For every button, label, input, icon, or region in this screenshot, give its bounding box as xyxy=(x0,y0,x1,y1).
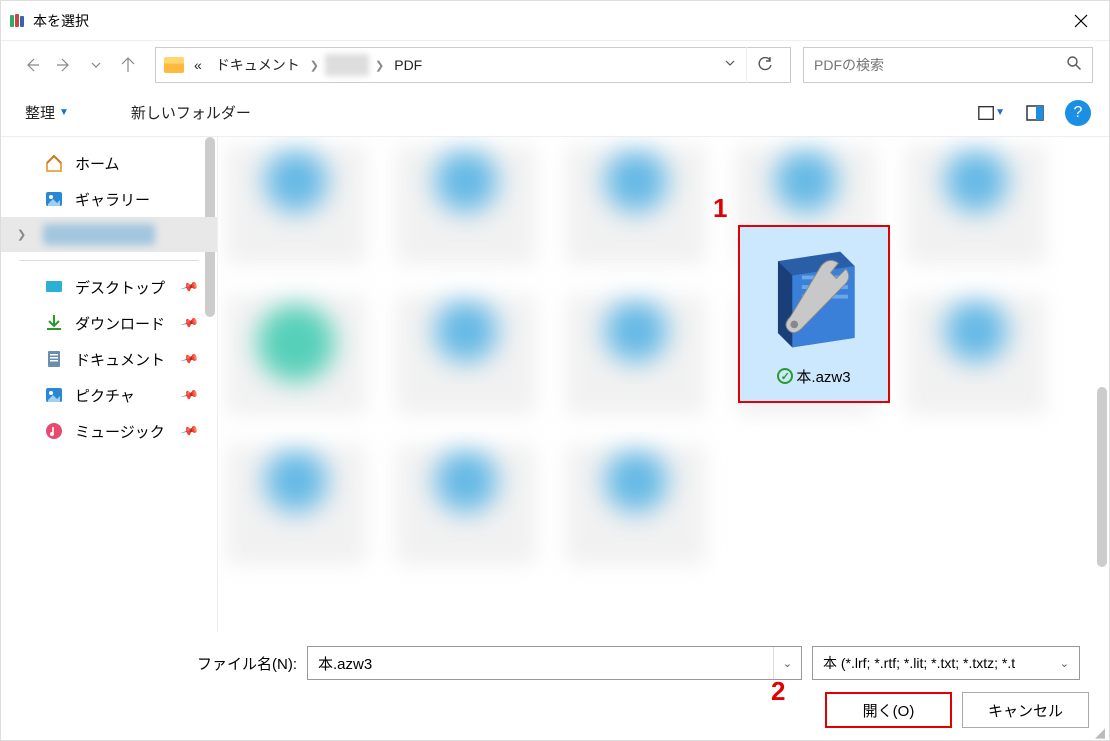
document-icon xyxy=(43,348,65,370)
file-name: 本.azw3 xyxy=(796,366,850,387)
file-area-scrollbar[interactable] xyxy=(1097,387,1107,567)
gallery-icon xyxy=(43,188,65,210)
sidebar-label-pictures: ピクチャ xyxy=(75,385,135,406)
pin-icon: 📌 xyxy=(180,385,200,405)
annotation-marker-2: 2 xyxy=(771,676,785,707)
breadcrumb-seg-pdf[interactable]: PDF xyxy=(390,55,426,75)
sidebar-label-music: ミュージック xyxy=(75,421,165,442)
sidebar-divider xyxy=(19,260,199,261)
forward-button[interactable] xyxy=(49,49,79,81)
sidebar-item-redacted[interactable]: ❯ xxxxx xxxx xyxy=(1,217,217,252)
sidebar-label-redacted: xxxxx xxxx xyxy=(43,224,155,245)
sidebar-label-downloads: ダウンロード xyxy=(75,313,165,334)
breadcrumb-prefix[interactable]: « xyxy=(190,55,206,75)
button-row: 開く(O) キャンセル xyxy=(21,692,1089,728)
preview-pane-icon xyxy=(1025,103,1045,123)
folder-icon xyxy=(164,57,184,73)
book-wrench-icon xyxy=(754,242,869,357)
chevron-down-icon: ⌄ xyxy=(1054,657,1069,670)
body: ホーム ギャラリー ❯ xxxxx xxxx デスクトップ 📌 ダウンロード 📌 xyxy=(1,137,1109,632)
search-box[interactable] xyxy=(803,47,1093,83)
nav-arrows xyxy=(17,49,143,81)
file-thumbnail xyxy=(754,242,874,362)
chevron-right-icon: ❯ xyxy=(310,59,319,72)
home-icon xyxy=(43,152,65,174)
view-menu[interactable]: ▼ xyxy=(977,99,1005,127)
check-icon: ✓ xyxy=(777,368,793,384)
resize-grip[interactable]: ◢ xyxy=(1095,730,1105,736)
pin-icon: 📌 xyxy=(180,277,200,297)
filetype-filter[interactable]: 本 (*.lrf; *.rtf; *.lit; *.txt; *.txtz; *… xyxy=(812,646,1080,680)
sidebar-item-home[interactable]: ホーム xyxy=(1,145,217,181)
toolbar-right: ▼ ? xyxy=(977,99,1091,127)
sidebar-item-music[interactable]: ミュージック 📌 xyxy=(1,413,217,449)
sidebar-item-pictures[interactable]: ピクチャ 📌 xyxy=(1,377,217,413)
pictures-icon xyxy=(43,384,65,406)
filename-row: ファイル名(N): ⌄ 本 (*.lrf; *.rtf; *.lit; *.tx… xyxy=(21,646,1089,680)
refresh-icon xyxy=(757,57,773,73)
sidebar-label-desktop: デスクトップ xyxy=(75,277,165,298)
sidebar-label-gallery: ギャラリー xyxy=(75,189,150,210)
search-icon[interactable] xyxy=(1066,55,1082,76)
file-label: ✓ 本.azw3 xyxy=(777,366,850,387)
desktop-icon xyxy=(43,276,65,298)
filename-combobox[interactable]: ⌄ xyxy=(307,646,802,680)
search-input[interactable] xyxy=(814,57,1066,73)
breadcrumb-seg-documents[interactable]: ドキュメント xyxy=(212,53,304,77)
arrow-right-icon xyxy=(56,57,72,73)
sidebar-label-documents: ドキュメント xyxy=(75,349,165,370)
filename-dropdown[interactable]: ⌄ xyxy=(773,647,801,679)
close-button[interactable] xyxy=(1061,1,1101,41)
layout-icon-outline xyxy=(977,103,995,123)
chevron-down-icon xyxy=(90,59,102,71)
titlebar: 本を選択 xyxy=(1,1,1109,41)
chevron-right-icon: ❯ xyxy=(375,59,384,72)
open-button[interactable]: 開く(O) xyxy=(825,692,952,728)
back-button[interactable] xyxy=(17,49,47,81)
organize-menu[interactable]: 整理▼ xyxy=(19,98,75,127)
sidebar-label-home: ホーム xyxy=(75,153,120,174)
new-folder-button[interactable]: 新しいフォルダー xyxy=(125,98,257,127)
filename-label: ファイル名(N): xyxy=(197,653,297,674)
up-button[interactable] xyxy=(113,49,143,81)
dialog-title: 本を選択 xyxy=(33,11,1061,31)
breadcrumb-bar[interactable]: « ドキュメント ❯ xxx ❯ PDF xyxy=(155,47,791,83)
sidebar: ホーム ギャラリー ❯ xxxxx xxxx デスクトップ 📌 ダウンロード 📌 xyxy=(1,137,218,632)
cancel-button[interactable]: キャンセル xyxy=(962,692,1089,728)
sidebar-item-gallery[interactable]: ギャラリー xyxy=(1,181,217,217)
breadcrumb-seg-redacted[interactable]: xxx xyxy=(325,54,369,76)
sidebar-item-desktop[interactable]: デスクトップ 📌 xyxy=(1,269,217,305)
toolbar: 整理▼ 新しいフォルダー ▼ ? xyxy=(1,89,1109,137)
preview-pane-button[interactable] xyxy=(1021,99,1049,127)
arrow-up-icon xyxy=(120,57,136,73)
refresh-button[interactable] xyxy=(746,47,782,83)
close-icon xyxy=(1074,14,1088,28)
history-dropdown[interactable] xyxy=(81,49,111,81)
sidebar-item-documents[interactable]: ドキュメント 📌 xyxy=(1,341,217,377)
breadcrumb-dropdown[interactable] xyxy=(720,56,740,74)
footer: ファイル名(N): ⌄ 本 (*.lrf; *.rtf; *.lit; *.tx… xyxy=(1,632,1109,740)
pin-icon: 📌 xyxy=(180,349,200,369)
arrow-left-icon xyxy=(24,57,40,73)
pin-icon: 📌 xyxy=(180,421,200,441)
file-list-pane[interactable]: 1 ✓ 本.azw3 xyxy=(218,137,1109,632)
app-icon xyxy=(9,13,25,29)
nav-row: « ドキュメント ❯ xxx ❯ PDF xyxy=(1,41,1109,89)
blurred-file-items xyxy=(226,145,1101,624)
file-open-dialog: 本を選択 « ドキュメント ❯ xxx ❯ PDF 整理▼ xyxy=(0,0,1110,741)
pin-icon: 📌 xyxy=(180,313,200,333)
music-icon xyxy=(43,420,65,442)
download-icon xyxy=(43,312,65,334)
chevron-down-icon: ▼ xyxy=(995,107,1005,118)
filename-input[interactable] xyxy=(308,655,773,672)
chevron-down-icon: ▼ xyxy=(59,107,69,118)
sidebar-item-downloads[interactable]: ダウンロード 📌 xyxy=(1,305,217,341)
chevron-right-icon: ❯ xyxy=(17,228,26,241)
help-button[interactable]: ? xyxy=(1065,100,1091,126)
annotation-marker-1: 1 xyxy=(713,193,727,224)
filter-text: 本 (*.lrf; *.rtf; *.lit; *.txt; *.txtz; *… xyxy=(823,653,1015,673)
file-item-selected[interactable]: ✓ 本.azw3 xyxy=(738,225,890,403)
